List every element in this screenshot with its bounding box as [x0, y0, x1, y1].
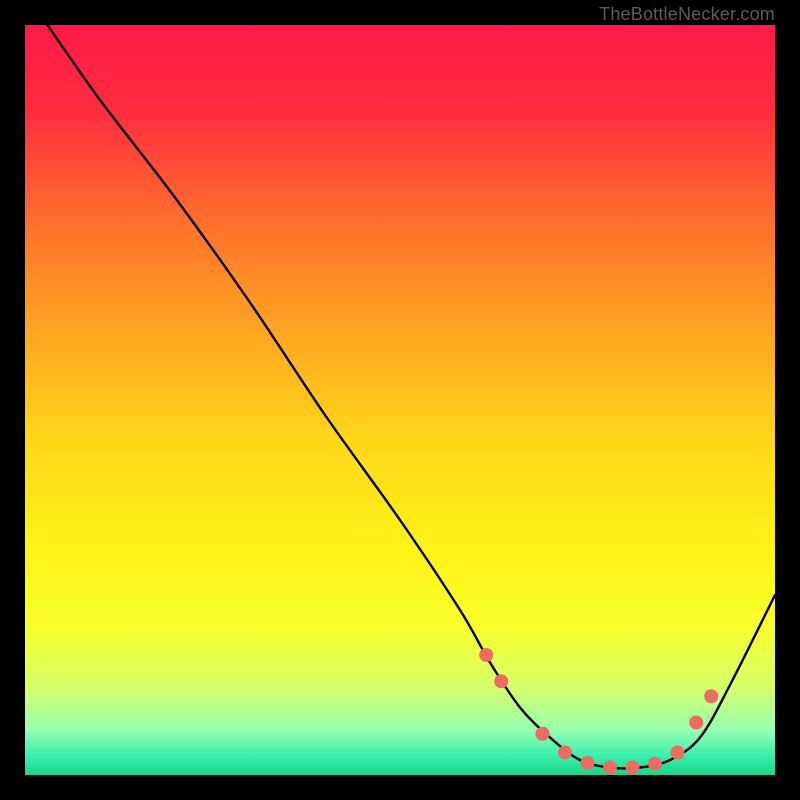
- bottleneck-curve: [48, 25, 776, 768]
- curve-marker: [648, 757, 662, 771]
- curve-marker: [494, 674, 508, 688]
- chart-frame: TheBottleNecker.com: [0, 0, 800, 800]
- curve-markers: [479, 648, 718, 775]
- curve-marker: [479, 648, 493, 662]
- curve-marker: [626, 761, 640, 775]
- curve-marker: [536, 727, 550, 741]
- curve-marker: [558, 746, 572, 760]
- curve-marker: [689, 716, 703, 730]
- curve-layer: [25, 25, 775, 775]
- curve-marker: [581, 756, 595, 770]
- curve-marker: [671, 746, 685, 760]
- watermark-text: TheBottleNecker.com: [599, 4, 775, 25]
- curve-marker: [603, 761, 617, 775]
- plot-area: [25, 25, 775, 775]
- curve-marker: [704, 689, 718, 703]
